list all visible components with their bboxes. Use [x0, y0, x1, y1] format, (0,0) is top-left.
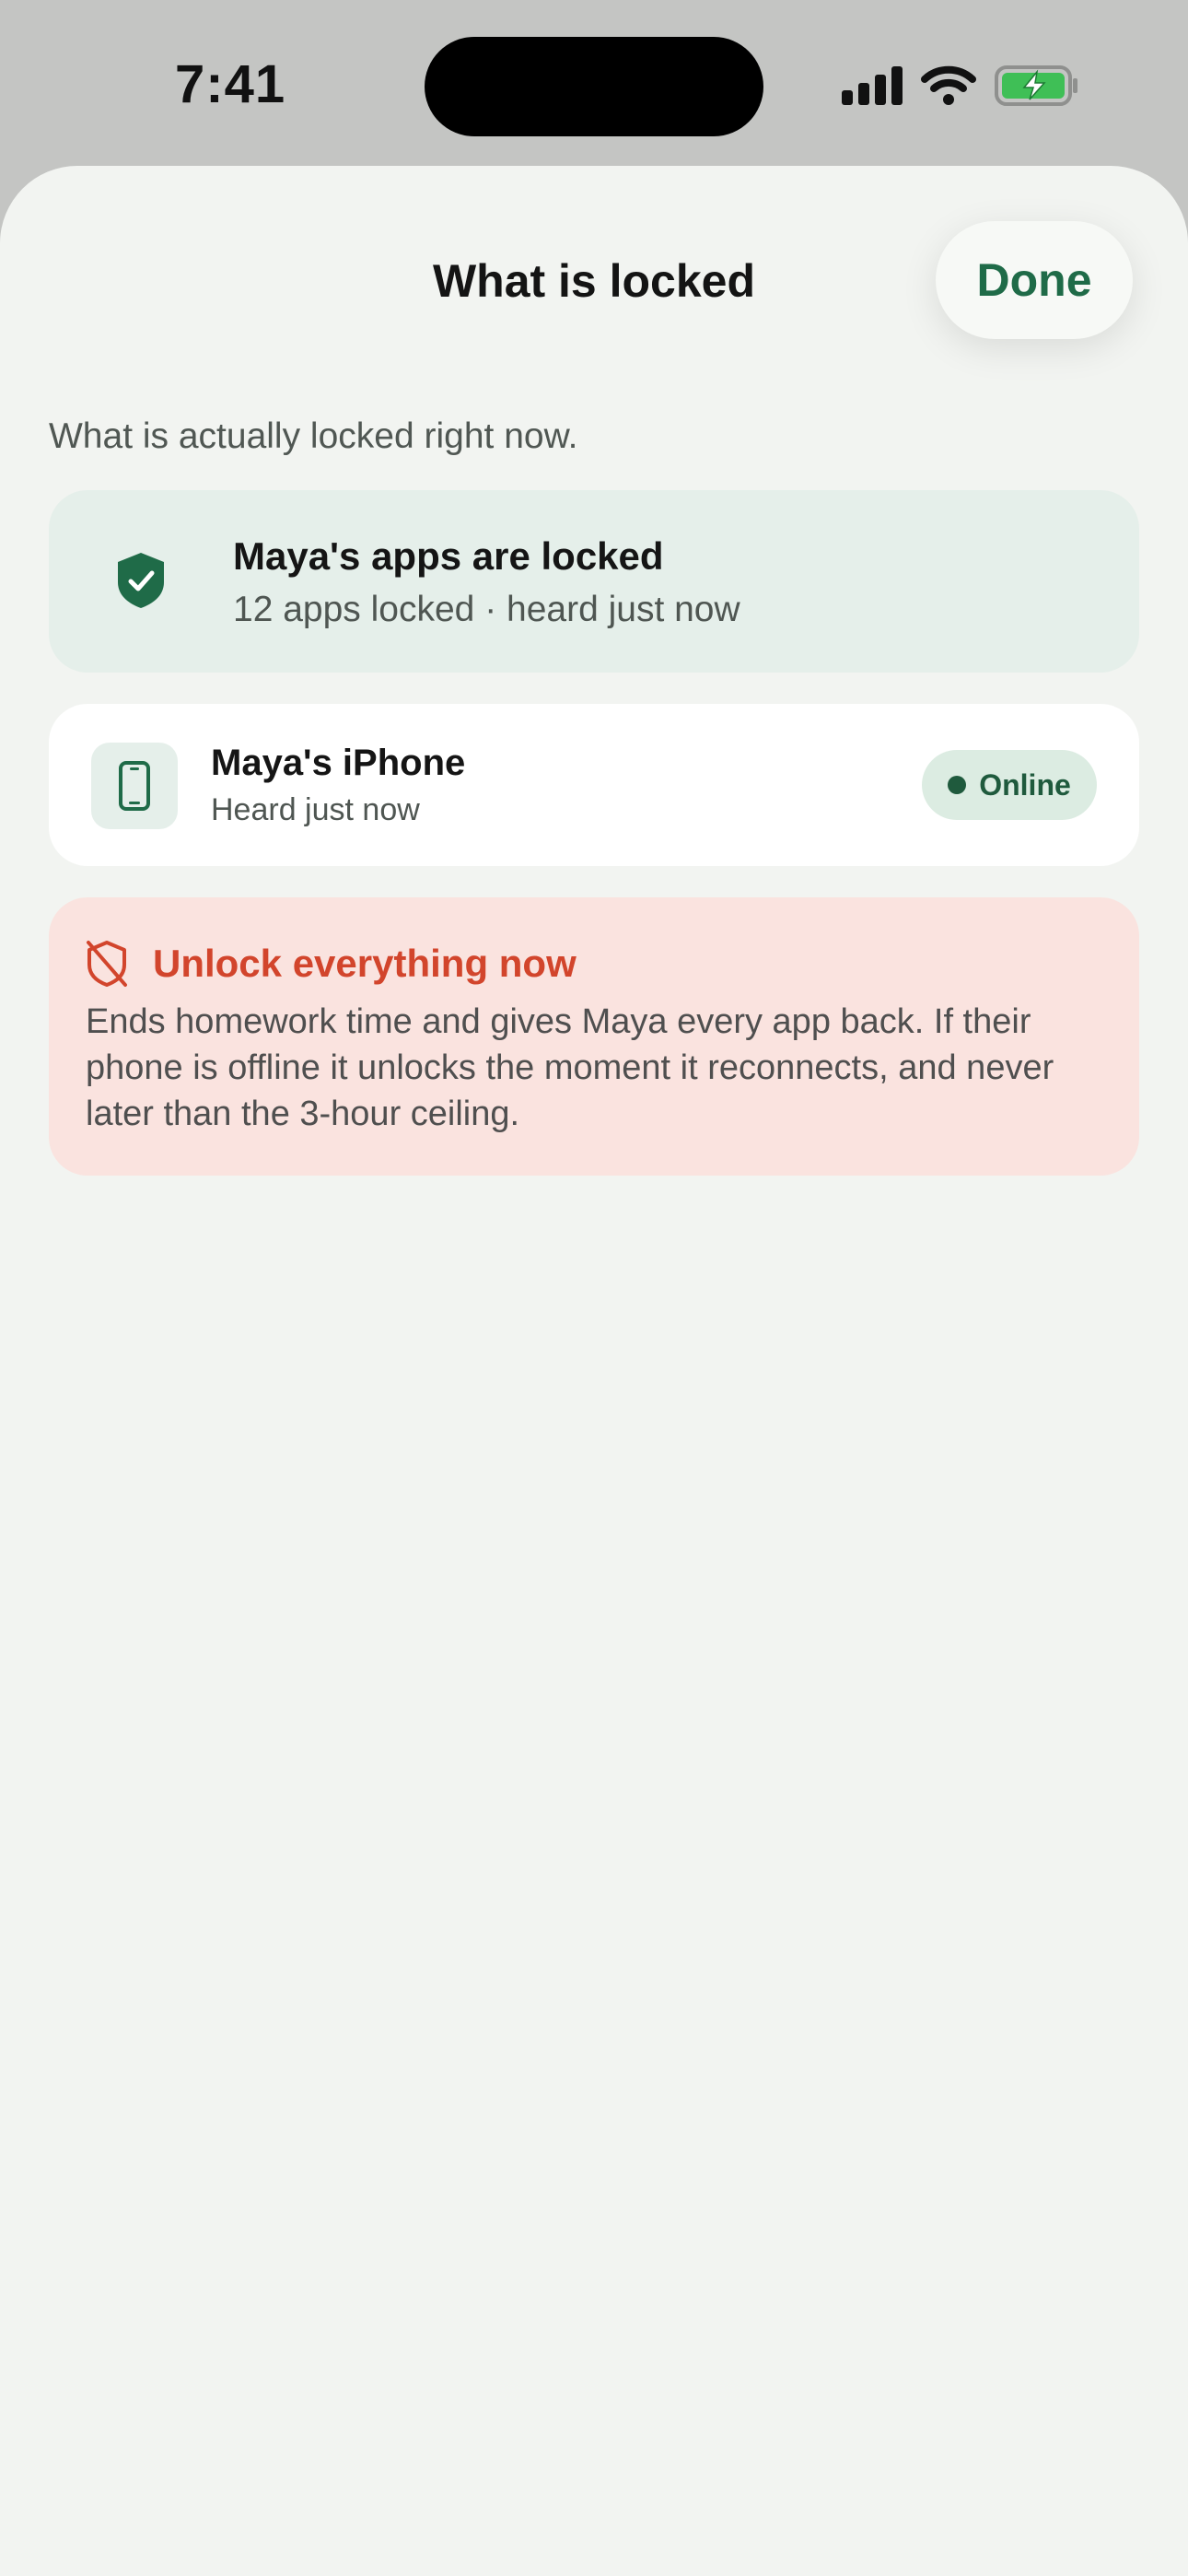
device-card[interactable]: Maya's iPhone Heard just now Online [49, 704, 1139, 866]
sheet-subtitle: What is actually locked right now. [49, 416, 578, 456]
locked-subtitle: 12 apps locked · heard just now [233, 590, 740, 629]
status-time: 7:41 [175, 54, 286, 114]
unlock-title: Unlock everything now [153, 942, 577, 985]
shield-off-icon [87, 941, 127, 987]
shield-check-icon [118, 553, 164, 608]
phone-icon [119, 761, 150, 811]
status-bar: 7:41 [0, 0, 1188, 166]
locked-status-card: Maya's apps are locked 12 apps locked · … [49, 490, 1139, 673]
done-button[interactable]: Done [936, 221, 1133, 339]
online-dot-icon [948, 776, 967, 794]
bottom-sheet: What is locked Done What is actually loc… [0, 166, 1188, 2576]
battery-charging-icon [995, 65, 1077, 106]
device-icon-tile [91, 743, 178, 829]
device-last-heard: Heard just now [211, 792, 420, 827]
device-name: Maya's iPhone [211, 743, 466, 783]
cellular-signal-icon [842, 66, 903, 105]
unlock-everything-card[interactable]: Unlock everything now Ends homework time… [49, 897, 1139, 1176]
online-status-label: Online [979, 767, 1071, 802]
locked-title: Maya's apps are locked [233, 534, 664, 578]
wifi-icon [921, 65, 976, 105]
online-status-badge: Online [922, 750, 1097, 820]
dynamic-island [425, 37, 763, 136]
unlock-description: Ends homework time and gives Maya every … [86, 1002, 1054, 1133]
